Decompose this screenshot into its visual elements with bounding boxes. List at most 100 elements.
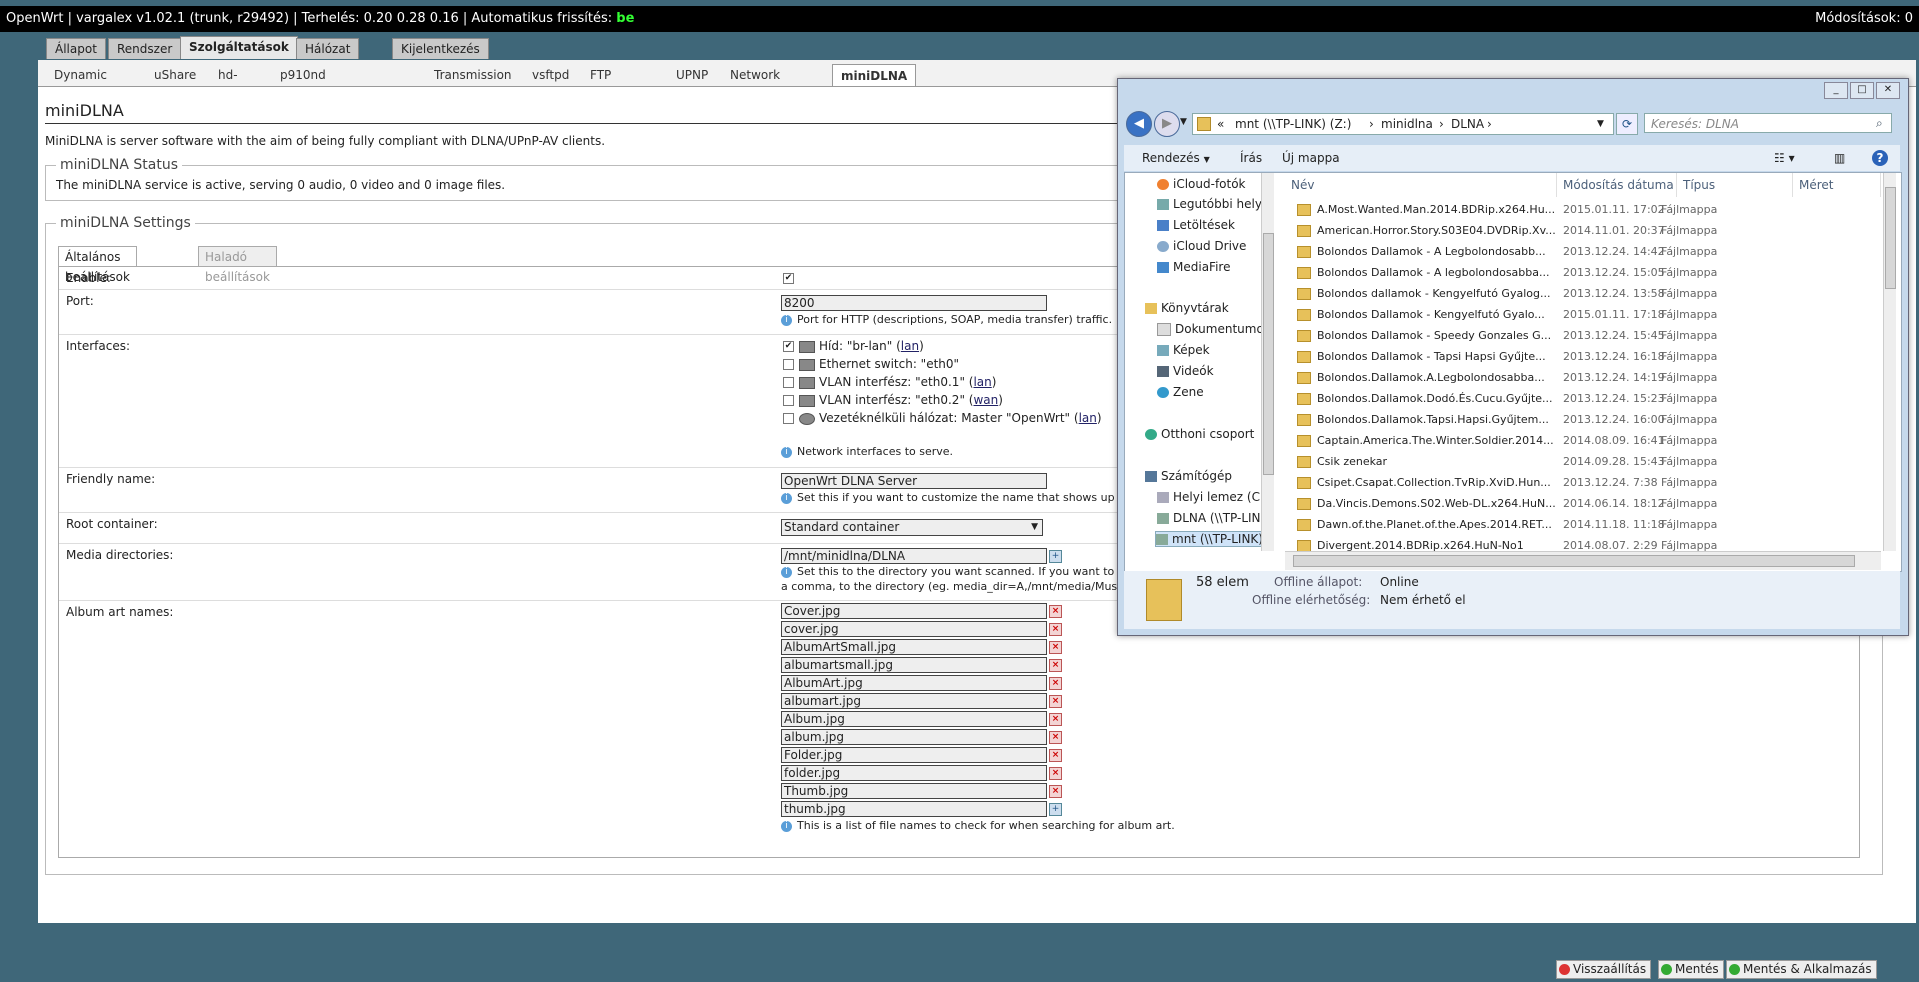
- album-art-input[interactable]: folder.jpg: [781, 765, 1047, 781]
- auto-refresh-toggle[interactable]: be: [616, 11, 634, 26]
- nav-item-dlna-share[interactable]: DLNA (\\TP-LINK): [1157, 511, 1273, 525]
- back-arrow-icon[interactable]: ◀: [1126, 111, 1152, 137]
- file-row[interactable]: A.Most.Wanted.Man.2014.BDRip.x264.Hu... 2…: [1285, 199, 1881, 220]
- file-row[interactable]: Csipet.Csapat.Collection.TvRip.XviD.Hun.…: [1285, 472, 1881, 493]
- album-art-input[interactable]: thumb.jpg: [781, 801, 1047, 817]
- new-folder-button[interactable]: Új mappa: [1282, 145, 1340, 171]
- column-type[interactable]: Típus: [1677, 173, 1793, 197]
- album-art-input[interactable]: album.jpg: [781, 729, 1047, 745]
- history-dropdown-icon[interactable]: ▼: [1180, 117, 1187, 127]
- remove-icon[interactable]: ×: [1049, 731, 1062, 744]
- iface-link[interactable]: lan: [901, 339, 919, 353]
- close-icon[interactable]: ✕: [1876, 82, 1900, 99]
- add-icon[interactable]: +: [1049, 803, 1062, 816]
- address-dropdown-icon[interactable]: ▼: [1597, 114, 1604, 134]
- file-row[interactable]: Bolondos.Dallamok.Dodó.És.Cucu.Gyűjte...…: [1285, 388, 1881, 409]
- preview-pane-icon[interactable]: ▥: [1834, 145, 1845, 171]
- tab-logout[interactable]: Kijelentkezés: [392, 38, 489, 59]
- search-input[interactable]: Keresés: DLNA: [1644, 113, 1892, 133]
- column-name[interactable]: Név: [1285, 173, 1557, 197]
- file-row[interactable]: Bolondos Dallamok - A Legbolondosabb... 2…: [1285, 241, 1881, 262]
- nav-item-local-disk[interactable]: Helyi lemez (C:): [1157, 490, 1269, 504]
- subtab-minidlna[interactable]: miniDLNA: [832, 64, 917, 87]
- album-art-input[interactable]: albumartsmall.jpg: [781, 657, 1047, 673]
- nav-scrollbar[interactable]: [1261, 173, 1274, 551]
- album-art-input[interactable]: AlbumArt.jpg: [781, 675, 1047, 691]
- nav-item-mnt-share[interactable]: mnt (\\TP-LINK): [1155, 531, 1273, 547]
- burn-button[interactable]: Írás: [1240, 145, 1262, 171]
- reset-button[interactable]: Visszaállítás: [1556, 960, 1652, 979]
- scrollbar-thumb[interactable]: [1885, 187, 1896, 289]
- subtab-transmission[interactable]: Transmission: [426, 64, 520, 86]
- file-row[interactable]: Divergent.2014.BDRip.x264.HuN-No1 2014.08…: [1285, 535, 1881, 551]
- file-row[interactable]: Csik zenekar 2014.09.28. 15:43 Fájlmappa: [1285, 451, 1881, 472]
- iface-eth0-2-checkbox[interactable]: [783, 395, 794, 406]
- subtab-p910nd[interactable]: p910nd - Printer server: [272, 64, 334, 148]
- album-art-input[interactable]: albumart.jpg: [781, 693, 1047, 709]
- album-art-input[interactable]: Thumb.jpg: [781, 783, 1047, 799]
- save-button[interactable]: Mentés: [1658, 960, 1724, 979]
- album-art-input[interactable]: Album.jpg: [781, 711, 1047, 727]
- address-bar[interactable]: « mnt (\\TP-LINK) (Z:) › minidlna › DLNA…: [1192, 113, 1614, 135]
- minimize-icon[interactable]: _: [1824, 82, 1848, 99]
- iface-eth0-1-checkbox[interactable]: [783, 377, 794, 388]
- breadcrumb-drive[interactable]: mnt (\\TP-LINK) (Z:): [1235, 114, 1351, 134]
- nav-item-libraries[interactable]: Könyvtárak: [1145, 301, 1229, 315]
- column-size[interactable]: Méret: [1793, 173, 1881, 197]
- remove-icon[interactable]: ×: [1049, 677, 1062, 690]
- search-icon[interactable]: ⌕: [1876, 116, 1883, 131]
- file-row[interactable]: American.Horror.Story.S03E04.DVDRip.Xv..…: [1285, 220, 1881, 241]
- album-art-input[interactable]: AlbumArtSmall.jpg: [781, 639, 1047, 655]
- file-row[interactable]: Captain.America.The.Winter.Soldier.2014.…: [1285, 430, 1881, 451]
- horizontal-scrollbar[interactable]: [1285, 551, 1881, 570]
- remove-icon[interactable]: ×: [1049, 695, 1062, 708]
- scrollbar-thumb[interactable]: [1263, 233, 1274, 475]
- friendly-name-input[interactable]: OpenWrt DLNA Server: [781, 473, 1047, 489]
- file-row[interactable]: Bolondos.Dallamok.Tapsi.Hapsi.Gyűjtem...…: [1285, 409, 1881, 430]
- iface-link[interactable]: lan: [973, 375, 991, 389]
- nav-item-music[interactable]: Zene: [1157, 385, 1204, 399]
- changes-count[interactable]: Módosítások: 0: [1815, 6, 1913, 32]
- forward-arrow-icon[interactable]: ▶: [1154, 111, 1180, 137]
- column-date-modified[interactable]: Módosítás dátuma: [1557, 173, 1677, 197]
- help-icon[interactable]: ?: [1872, 150, 1888, 166]
- iface-eth0-checkbox[interactable]: [783, 359, 794, 370]
- file-row[interactable]: Bolondos Dallamok - Tapsi Hapsi Gyűjte..…: [1285, 346, 1881, 367]
- tab-system[interactable]: Rendszer: [108, 38, 182, 59]
- remove-icon[interactable]: ×: [1049, 641, 1062, 654]
- subtab-upnp[interactable]: UPNP: [668, 64, 716, 86]
- nav-item-homegroup[interactable]: Otthoni csoport: [1145, 427, 1254, 441]
- album-art-input[interactable]: cover.jpg: [781, 621, 1047, 637]
- nav-item-icloud-drive[interactable]: iCloud Drive: [1157, 239, 1246, 253]
- remove-icon[interactable]: ×: [1049, 749, 1062, 762]
- tab-general-settings[interactable]: Általános beállítások: [58, 246, 137, 284]
- remove-icon[interactable]: ×: [1049, 605, 1062, 618]
- file-row[interactable]: Bolondos Dallamok - A legbolondosabba...…: [1285, 262, 1881, 283]
- iface-wifi-checkbox[interactable]: [783, 413, 794, 424]
- tab-status[interactable]: Állapot: [46, 38, 106, 59]
- nav-item-recent-places[interactable]: Legutóbbi helyek: [1157, 197, 1273, 211]
- iface-link[interactable]: wan: [973, 393, 998, 407]
- iface-br-lan-checkbox[interactable]: ✔: [783, 341, 794, 352]
- save-apply-button[interactable]: Mentés & Alkalmazás: [1726, 960, 1877, 979]
- subtab-ftp-backup[interactable]: FTP backup: [582, 64, 641, 104]
- nav-item-computer[interactable]: Számítógép: [1145, 469, 1232, 483]
- tab-services[interactable]: Szolgáltatások: [180, 36, 298, 59]
- tab-network[interactable]: Hálózat: [296, 38, 360, 59]
- tab-advanced-settings[interactable]: Haladó beállítások: [198, 246, 277, 284]
- subtab-dynamic-dns[interactable]: Dynamic DNS: [46, 64, 115, 104]
- remove-icon[interactable]: ×: [1049, 659, 1062, 672]
- album-art-input[interactable]: Cover.jpg: [781, 603, 1047, 619]
- view-options-icon[interactable]: ☷ ▾: [1774, 145, 1795, 171]
- remove-icon[interactable]: ×: [1049, 785, 1062, 798]
- remove-icon[interactable]: ×: [1049, 623, 1062, 636]
- nav-item-videos[interactable]: Videók: [1157, 364, 1214, 378]
- file-row[interactable]: Da.Vincis.Demons.S02.Web-DL.x264.HuN... 2…: [1285, 493, 1881, 514]
- scrollbar-thumb[interactable]: [1293, 555, 1855, 567]
- nav-item-mediafire[interactable]: MediaFire: [1157, 260, 1230, 274]
- nav-item-pictures[interactable]: Képek: [1157, 343, 1210, 357]
- organize-button[interactable]: Rendezés ▼: [1142, 145, 1210, 173]
- nav-item-documents[interactable]: Dokumentumok: [1157, 322, 1271, 336]
- file-row[interactable]: Bolondos Dallamok - Speedy Gonzales G...…: [1285, 325, 1881, 346]
- remove-icon[interactable]: ×: [1049, 767, 1062, 780]
